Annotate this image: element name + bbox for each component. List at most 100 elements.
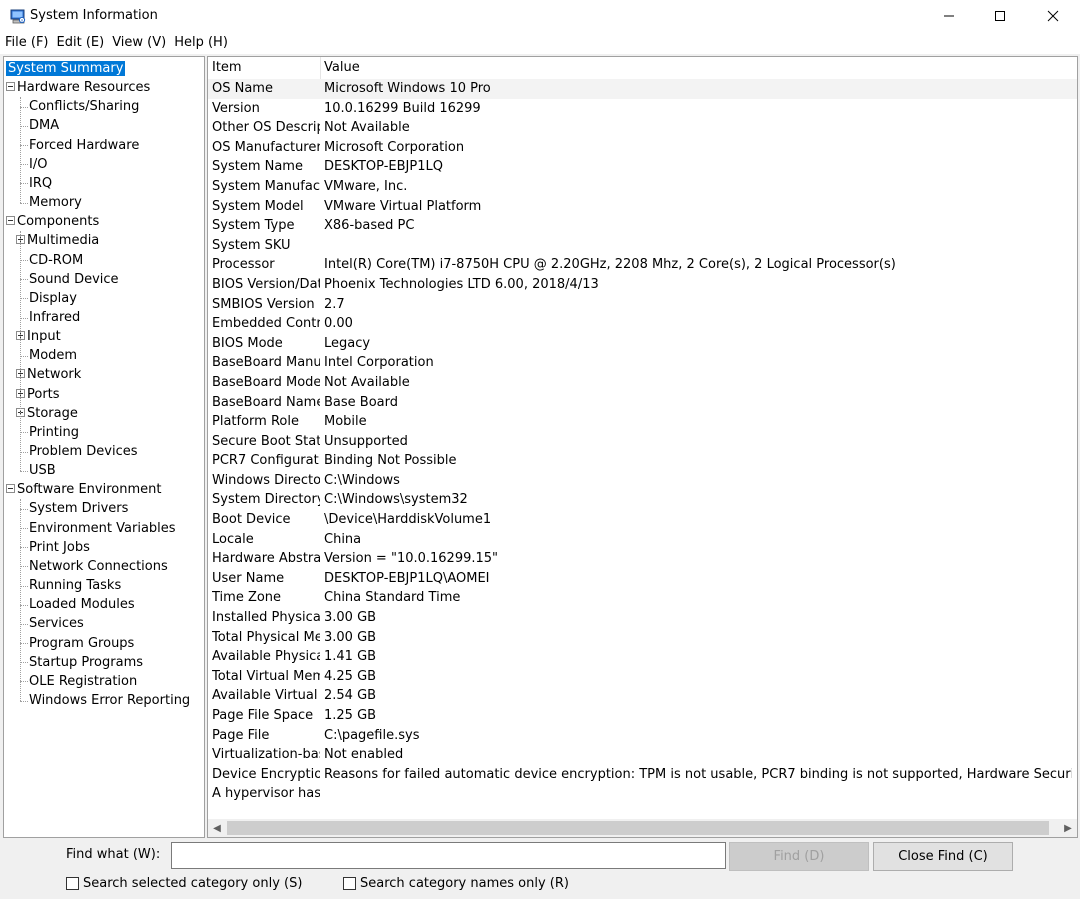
menu-file[interactable]: File (F) xyxy=(5,32,49,54)
tree-item-label: OLE Registration xyxy=(29,673,138,689)
title-bar[interactable]: System Information xyxy=(0,0,1080,32)
tree-item[interactable]: Network xyxy=(16,365,81,384)
table-row[interactable]: System Name DESKTOP-EBJP1LQ xyxy=(208,157,1077,177)
tree-item-label: Network Connections xyxy=(29,558,168,574)
table-row[interactable]: Available Virtual Memory2.54 GB xyxy=(208,686,1077,706)
checkbox-box[interactable] xyxy=(66,876,79,890)
table-row[interactable]: System Type X86-based PC xyxy=(208,216,1077,236)
collapse-minus-icon[interactable] xyxy=(6,484,15,494)
table-row[interactable]: Installed Physical Mem...3.00 GB xyxy=(208,608,1077,628)
menu-edit[interactable]: Edit (E) xyxy=(57,32,105,54)
tree-connector xyxy=(20,97,21,203)
table-row[interactable]: BaseBoard Model Not Available xyxy=(208,373,1077,393)
table-row[interactable]: OS Name Microsoft Windows 10 Pro xyxy=(208,79,1077,99)
table-row[interactable]: Page File Space 1.25 GB xyxy=(208,706,1077,726)
tree-item[interactable]: Loaded Modules xyxy=(16,595,135,614)
table-row[interactable]: PCR7 ConfigurationBinding Not Possible xyxy=(208,451,1077,471)
table-row[interactable]: System ManufacturerVMware, Inc. xyxy=(208,177,1077,197)
item-value-cell: Legacy xyxy=(324,335,371,351)
details-list[interactable]: Item Value OS Name Microsoft Windows 10 P… xyxy=(207,56,1078,838)
collapse-minus-icon[interactable] xyxy=(6,82,15,92)
menu-help[interactable]: Help (H) xyxy=(174,32,228,54)
table-row[interactable]: Time Zone China Standard Time xyxy=(208,588,1077,608)
table-row[interactable]: BaseBoard Manuf...Intel Corporation xyxy=(208,353,1077,373)
table-row[interactable]: Hardware Abstraction LayerVersion = "10.… xyxy=(208,549,1077,569)
table-row[interactable]: Available Physical Memory1.41 GB xyxy=(208,647,1077,667)
table-row[interactable]: Embedded Controller Version0.00 xyxy=(208,314,1077,334)
tree-item[interactable]: Conflicts/Sharing xyxy=(16,97,139,116)
table-row[interactable]: Boot Device \Device\HarddiskVolume1 xyxy=(208,510,1077,530)
tree-item[interactable]: Forced Hardware xyxy=(16,136,139,155)
scroll-left-icon[interactable]: ◀ xyxy=(208,819,226,837)
tree-item[interactable]: Ports xyxy=(16,385,60,404)
table-row[interactable]: Virtualization-based Sec...Not enabled xyxy=(208,745,1077,765)
tree-item[interactable]: Software Environment xyxy=(6,480,161,499)
column-header-item[interactable]: Item xyxy=(208,57,242,79)
find-button[interactable]: Find (D) xyxy=(729,842,869,871)
table-row[interactable]: System SKU xyxy=(208,236,1077,256)
tree-item[interactable]: Hardware Resources xyxy=(6,78,150,97)
tree-item[interactable]: Startup Programs xyxy=(16,653,143,672)
table-row[interactable]: User Name DESKTOP-EBJP1LQ\AOMEI xyxy=(208,569,1077,589)
table-row[interactable]: System Directory C:\Windows\system32 xyxy=(208,490,1077,510)
column-header-value[interactable]: Value xyxy=(320,57,360,79)
tree-item[interactable]: Sound Device xyxy=(16,270,119,289)
table-row[interactable]: BaseBoard Name Base Board xyxy=(208,393,1077,413)
table-row[interactable]: Processor Intel(R) Core(TM) i7-8750H CPU … xyxy=(208,255,1077,275)
table-row[interactable]: Secure Boot State Unsupported xyxy=(208,432,1077,452)
tree-item[interactable]: System Drivers xyxy=(16,499,128,518)
tree-item[interactable]: Storage xyxy=(16,404,78,423)
tree-item[interactable]: Environment Variables xyxy=(16,519,176,538)
tree-item[interactable]: Multimedia xyxy=(16,231,99,250)
tree-item-label: System Summary xyxy=(6,61,126,76)
table-row[interactable]: Windows DirectoryC:\Windows xyxy=(208,471,1077,491)
tree-item[interactable]: Running Tasks xyxy=(16,576,121,595)
item-value-cell: C:\Windows xyxy=(324,472,400,488)
table-row[interactable]: BIOS Version/Date Phoenix Technologies LT… xyxy=(208,275,1077,295)
tree-item-label: Conflicts/Sharing xyxy=(29,99,140,115)
table-row[interactable]: OS Manufacturer Microsoft Corporation xyxy=(208,138,1077,158)
table-row[interactable]: System Model VMware Virtual Platform xyxy=(208,197,1077,217)
search-category-names-checkbox[interactable]: Search category names only (R) xyxy=(343,874,569,892)
close-button[interactable] xyxy=(1030,0,1076,32)
table-row[interactable]: Device Encryption SupportReasons for fai… xyxy=(208,765,1077,785)
tree-item[interactable]: Network Connections xyxy=(16,557,168,576)
scrollbar-thumb[interactable] xyxy=(227,821,1049,835)
item-name-cell: Windows Directory xyxy=(212,472,320,488)
category-tree[interactable]: System Summary Hardware Resources Conflict… xyxy=(3,56,205,838)
table-row[interactable]: Total Virtual Memory4.25 GB xyxy=(208,667,1077,687)
table-row[interactable]: Other OS Descrip...Not Available xyxy=(208,118,1077,138)
close-find-button[interactable]: Close Find (C) xyxy=(873,842,1013,871)
table-row[interactable]: Platform Role Mobile xyxy=(208,412,1077,432)
table-row[interactable]: SMBIOS Version 2.7 xyxy=(208,295,1077,315)
menu-view[interactable]: View (V) xyxy=(112,32,166,54)
tree-connector xyxy=(20,260,28,262)
tree-item[interactable]: System Summary xyxy=(6,59,126,78)
find-input[interactable] xyxy=(171,842,726,869)
tree-item[interactable]: Windows Error Reporting xyxy=(16,691,190,710)
collapse-minus-icon[interactable] xyxy=(6,216,15,226)
tree-item[interactable]: Input xyxy=(16,327,61,346)
table-row[interactable]: BIOS Mode Legacy xyxy=(208,334,1077,354)
checkbox-box[interactable] xyxy=(343,876,356,890)
tree-connector xyxy=(20,681,28,683)
table-row[interactable]: Version 10.0.16299 Build 16299 xyxy=(208,99,1077,119)
tree-item[interactable]: Problem Devices xyxy=(16,442,138,461)
minimize-button[interactable] xyxy=(926,0,972,32)
table-row[interactable]: Page File C:\pagefile.sys xyxy=(208,726,1077,746)
item-name-cell: Processor xyxy=(212,257,275,273)
table-row[interactable]: A hypervisor has been detected... xyxy=(208,784,1077,804)
item-value-cell: Not enabled xyxy=(324,747,404,763)
search-selected-category-checkbox[interactable]: Search selected category only (S) xyxy=(66,874,302,892)
scroll-right-icon[interactable]: ▶ xyxy=(1059,819,1077,837)
tree-item[interactable]: OLE Registration xyxy=(16,672,137,691)
table-row[interactable]: Locale China xyxy=(208,530,1077,550)
tree-item[interactable]: Components xyxy=(6,212,99,231)
table-row[interactable]: Total Physical Memory3.00 GB xyxy=(208,628,1077,648)
tree-item[interactable]: Program Groups xyxy=(16,634,134,653)
horizontal-scrollbar[interactable]: ◀ ▶ xyxy=(208,819,1077,837)
tree-item-label: Hardware Resources xyxy=(17,80,151,96)
item-value-cell: China xyxy=(324,531,362,547)
maximize-button[interactable] xyxy=(977,0,1023,32)
find-label: Find what (W): xyxy=(66,847,161,862)
